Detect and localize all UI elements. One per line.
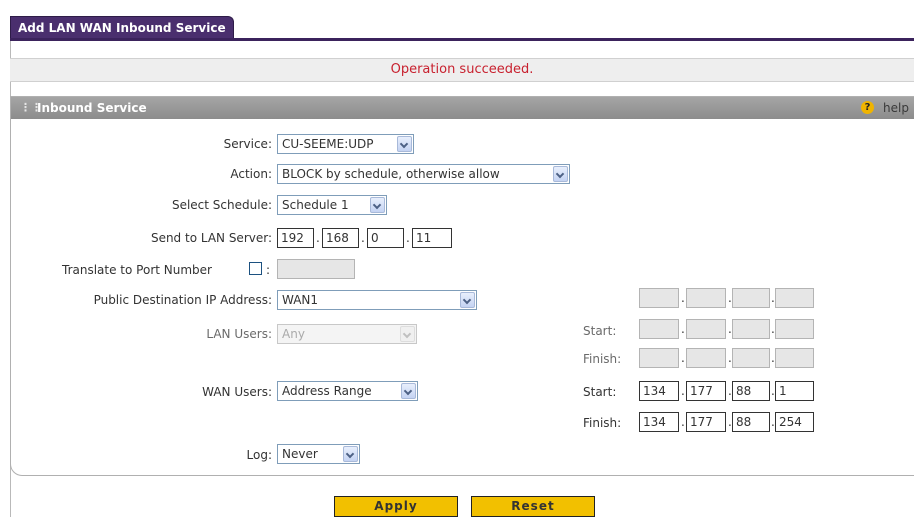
- ip-dot: .: [681, 415, 685, 429]
- public-dest-select[interactable]: WAN1: [277, 290, 477, 310]
- lan-start-octet-3[interactable]: [732, 319, 770, 339]
- wan-finish-octet-3[interactable]: 88: [732, 412, 770, 432]
- public-dest-octet-4[interactable]: [775, 288, 814, 308]
- schedule-label: Select Schedule:: [171, 198, 272, 212]
- wan-users-value: Address Range: [282, 384, 372, 398]
- public-dest-value: WAN1: [282, 293, 319, 307]
- ip-dot: .: [681, 322, 685, 336]
- chevron-down-icon[interactable]: [553, 166, 568, 182]
- lan-finish-octet-3[interactable]: [732, 348, 770, 368]
- tab-add-lan-wan-inbound-service[interactable]: Add LAN WAN Inbound Service: [10, 16, 234, 39]
- ip-dot: .: [361, 231, 365, 245]
- lan-users-label: LAN Users:: [206, 327, 272, 341]
- panel-header: ⋮⋮ Inbound Service ? help: [11, 97, 914, 119]
- lan-server-octet-3[interactable]: 0: [367, 228, 404, 248]
- log-label: Log:: [246, 448, 272, 462]
- log-select[interactable]: Never: [277, 444, 360, 464]
- chevron-down-icon[interactable]: [401, 383, 416, 399]
- lan-start-octet-4[interactable]: [775, 319, 814, 339]
- lan-server-octet-4[interactable]: 11: [412, 228, 452, 248]
- panel-title: Inbound Service: [37, 101, 147, 115]
- wan-users-select[interactable]: Address Range: [277, 381, 418, 401]
- lan-server-label: Send to LAN Server:: [150, 231, 272, 245]
- wan-finish-octet-4[interactable]: 254: [775, 412, 814, 432]
- lan-server-octet-2[interactable]: 168: [322, 228, 359, 248]
- lan-users-value: Any: [282, 327, 305, 341]
- public-dest-octet-2[interactable]: [686, 288, 726, 308]
- reset-button[interactable]: Reset: [471, 496, 595, 517]
- wan-start-octet-1[interactable]: 134: [639, 381, 679, 401]
- ip-dot: .: [681, 291, 685, 305]
- service-label: Service:: [223, 137, 272, 151]
- translate-port-checkbox[interactable]: [249, 262, 262, 275]
- translate-port-input[interactable]: [277, 259, 355, 279]
- chevron-down-icon[interactable]: [343, 446, 358, 462]
- ip-dot: .: [681, 384, 685, 398]
- apply-button[interactable]: Apply: [334, 496, 458, 517]
- chevron-down-icon[interactable]: [460, 292, 475, 308]
- lan-start-label: Start:: [583, 324, 617, 338]
- help-link[interactable]: ? help: [861, 97, 909, 119]
- lan-users-select[interactable]: Any: [277, 324, 417, 344]
- wan-finish-octet-1[interactable]: 134: [639, 412, 679, 432]
- translate-port-label: Translate to Port Number: [62, 263, 212, 277]
- chevron-down-icon[interactable]: [370, 197, 385, 213]
- schedule-select[interactable]: Schedule 1: [277, 195, 387, 215]
- action-select[interactable]: BLOCK by schedule, otherwise allow: [277, 164, 570, 184]
- help-icon[interactable]: ?: [861, 101, 875, 114]
- wan-finish-octet-2[interactable]: 177: [686, 412, 726, 432]
- wan-start-octet-2[interactable]: 177: [686, 381, 726, 401]
- wan-start-octet-3[interactable]: 88: [732, 381, 770, 401]
- ip-dot: .: [681, 351, 685, 365]
- chevron-down-icon[interactable]: [400, 326, 415, 342]
- service-select[interactable]: CU-SEEME:UDP: [277, 134, 414, 154]
- wan-finish-label: Finish:: [583, 416, 622, 430]
- wan-start-octet-4[interactable]: 1: [775, 381, 814, 401]
- chevron-down-icon[interactable]: [397, 136, 412, 152]
- action-label: Action:: [230, 167, 272, 181]
- log-value: Never: [282, 447, 318, 461]
- lan-finish-octet-2[interactable]: [686, 348, 726, 368]
- lan-finish-label: Finish:: [583, 352, 622, 366]
- wan-users-label: WAN Users:: [202, 385, 272, 399]
- lan-finish-octet-4[interactable]: [775, 348, 814, 368]
- lan-start-octet-1[interactable]: [639, 319, 679, 339]
- service-value: CU-SEEME:UDP: [282, 137, 374, 151]
- lan-server-octet-1[interactable]: 192: [277, 228, 314, 248]
- help-label[interactable]: help: [883, 101, 909, 115]
- translate-port-colon: :: [266, 263, 271, 277]
- tab-underline: [10, 38, 914, 41]
- public-dest-octet-1[interactable]: [639, 288, 679, 308]
- schedule-value: Schedule 1: [282, 198, 349, 212]
- public-dest-octet-3[interactable]: [732, 288, 770, 308]
- wan-start-label: Start:: [583, 385, 617, 399]
- ip-dot: .: [316, 231, 320, 245]
- lan-start-octet-2[interactable]: [686, 319, 726, 339]
- action-value: BLOCK by schedule, otherwise allow: [282, 167, 500, 181]
- ip-dot: .: [406, 231, 410, 245]
- status-message: Operation succeeded.: [10, 58, 914, 82]
- public-dest-label: Public Destination IP Address:: [93, 293, 272, 307]
- lan-finish-octet-1[interactable]: [639, 348, 679, 368]
